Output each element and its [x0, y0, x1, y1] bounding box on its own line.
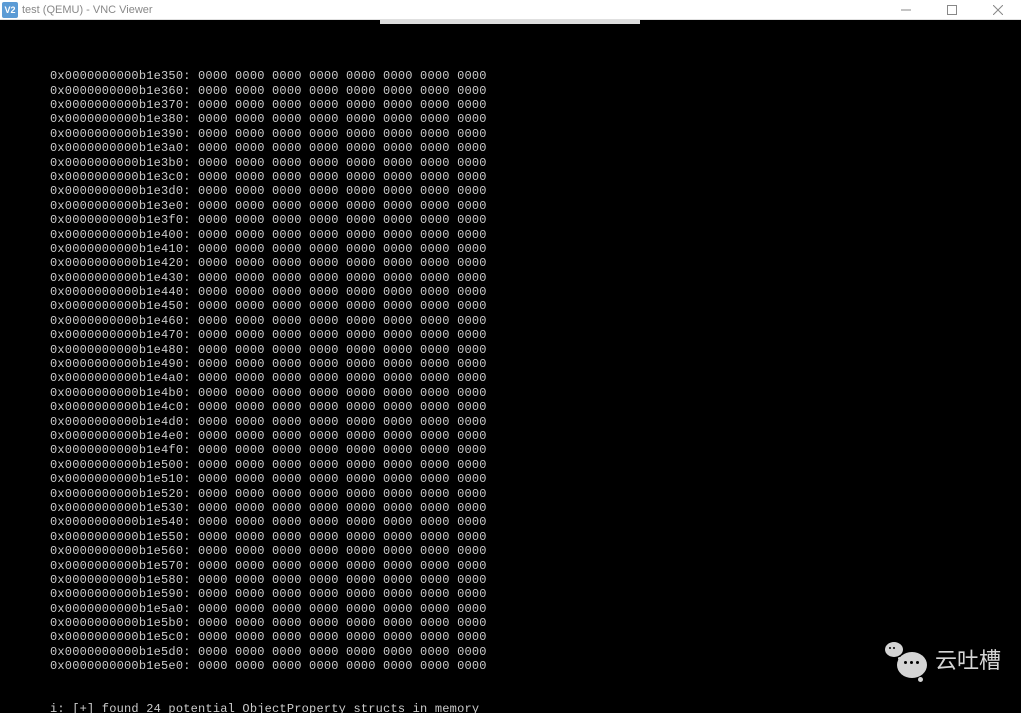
hex-line: 0x0000000000b1e470: 0000 0000 0000 0000 …: [50, 328, 1021, 342]
hex-line: 0x0000000000b1e570: 0000 0000 0000 0000 …: [50, 559, 1021, 573]
hex-line: 0x0000000000b1e3b0: 0000 0000 0000 0000 …: [50, 156, 1021, 170]
hex-line: 0x0000000000b1e360: 0000 0000 0000 0000 …: [50, 84, 1021, 98]
hex-line: 0x0000000000b1e480: 0000 0000 0000 0000 …: [50, 343, 1021, 357]
minimize-button[interactable]: [883, 0, 929, 19]
hex-line: 0x0000000000b1e550: 0000 0000 0000 0000 …: [50, 530, 1021, 544]
hex-line: 0x0000000000b1e390: 0000 0000 0000 0000 …: [50, 127, 1021, 141]
hex-line: 0x0000000000b1e370: 0000 0000 0000 0000 …: [50, 98, 1021, 112]
hex-line: 0x0000000000b1e4c0: 0000 0000 0000 0000 …: [50, 400, 1021, 414]
hex-line: 0x0000000000b1e420: 0000 0000 0000 0000 …: [50, 256, 1021, 270]
hex-line: 0x0000000000b1e410: 0000 0000 0000 0000 …: [50, 242, 1021, 256]
minimize-icon: [901, 5, 911, 15]
hex-line: 0x0000000000b1e3e0: 0000 0000 0000 0000 …: [50, 199, 1021, 213]
terminal-output[interactable]: 0x0000000000b1e350: 0000 0000 0000 0000 …: [0, 20, 1021, 713]
window-title: test (QEMU) - VNC Viewer: [22, 4, 883, 16]
status-line: i: [+] found 24 potential ObjectProperty…: [50, 702, 1021, 713]
hex-line: 0x0000000000b1e460: 0000 0000 0000 0000 …: [50, 314, 1021, 328]
hex-line: 0x0000000000b1e5d0: 0000 0000 0000 0000 …: [50, 645, 1021, 659]
hex-line: 0x0000000000b1e580: 0000 0000 0000 0000 …: [50, 573, 1021, 587]
hex-line: 0x0000000000b1e4a0: 0000 0000 0000 0000 …: [50, 371, 1021, 385]
artifact-bar: [380, 20, 640, 24]
watermark-text: 云吐槽: [935, 643, 1001, 675]
hex-line: 0x0000000000b1e430: 0000 0000 0000 0000 …: [50, 271, 1021, 285]
maximize-icon: [947, 5, 957, 15]
window-titlebar: V2 test (QEMU) - VNC Viewer: [0, 0, 1021, 20]
hex-line: 0x0000000000b1e520: 0000 0000 0000 0000 …: [50, 487, 1021, 501]
hex-line: 0x0000000000b1e500: 0000 0000 0000 0000 …: [50, 458, 1021, 472]
hex-line: 0x0000000000b1e380: 0000 0000 0000 0000 …: [50, 112, 1021, 126]
window-controls: [883, 0, 1021, 19]
hex-line: 0x0000000000b1e590: 0000 0000 0000 0000 …: [50, 587, 1021, 601]
hex-line: 0x0000000000b1e5b0: 0000 0000 0000 0000 …: [50, 616, 1021, 630]
watermark: 云吐槽: [885, 640, 1001, 678]
hex-line: 0x0000000000b1e3d0: 0000 0000 0000 0000 …: [50, 184, 1021, 198]
wechat-icon: [885, 640, 927, 678]
app-icon: V2: [2, 2, 18, 18]
hex-line: 0x0000000000b1e440: 0000 0000 0000 0000 …: [50, 285, 1021, 299]
hex-line: 0x0000000000b1e400: 0000 0000 0000 0000 …: [50, 228, 1021, 242]
hex-line: 0x0000000000b1e450: 0000 0000 0000 0000 …: [50, 299, 1021, 313]
hex-line: 0x0000000000b1e530: 0000 0000 0000 0000 …: [50, 501, 1021, 515]
hex-line: 0x0000000000b1e4d0: 0000 0000 0000 0000 …: [50, 415, 1021, 429]
close-icon: [993, 5, 1003, 15]
status-messages: i: [+] found 24 potential ObjectProperty…: [50, 702, 1021, 713]
hex-line: 0x0000000000b1e5c0: 0000 0000 0000 0000 …: [50, 630, 1021, 644]
hex-line: 0x0000000000b1e5e0: 0000 0000 0000 0000 …: [50, 659, 1021, 673]
hex-line: 0x0000000000b1e4f0: 0000 0000 0000 0000 …: [50, 443, 1021, 457]
maximize-button[interactable]: [929, 0, 975, 19]
hex-line: 0x0000000000b1e3a0: 0000 0000 0000 0000 …: [50, 141, 1021, 155]
hex-line: 0x0000000000b1e540: 0000 0000 0000 0000 …: [50, 515, 1021, 529]
hex-line: 0x0000000000b1e3f0: 0000 0000 0000 0000 …: [50, 213, 1021, 227]
hex-line: 0x0000000000b1e560: 0000 0000 0000 0000 …: [50, 544, 1021, 558]
hex-dump-block: 0x0000000000b1e350: 0000 0000 0000 0000 …: [50, 69, 1021, 673]
hex-line: 0x0000000000b1e490: 0000 0000 0000 0000 …: [50, 357, 1021, 371]
hex-line: 0x0000000000b1e4e0: 0000 0000 0000 0000 …: [50, 429, 1021, 443]
hex-line: 0x0000000000b1e5a0: 0000 0000 0000 0000 …: [50, 602, 1021, 616]
hex-line: 0x0000000000b1e4b0: 0000 0000 0000 0000 …: [50, 386, 1021, 400]
hex-line: 0x0000000000b1e350: 0000 0000 0000 0000 …: [50, 69, 1021, 83]
close-button[interactable]: [975, 0, 1021, 19]
hex-line: 0x0000000000b1e510: 0000 0000 0000 0000 …: [50, 472, 1021, 486]
hex-line: 0x0000000000b1e3c0: 0000 0000 0000 0000 …: [50, 170, 1021, 184]
